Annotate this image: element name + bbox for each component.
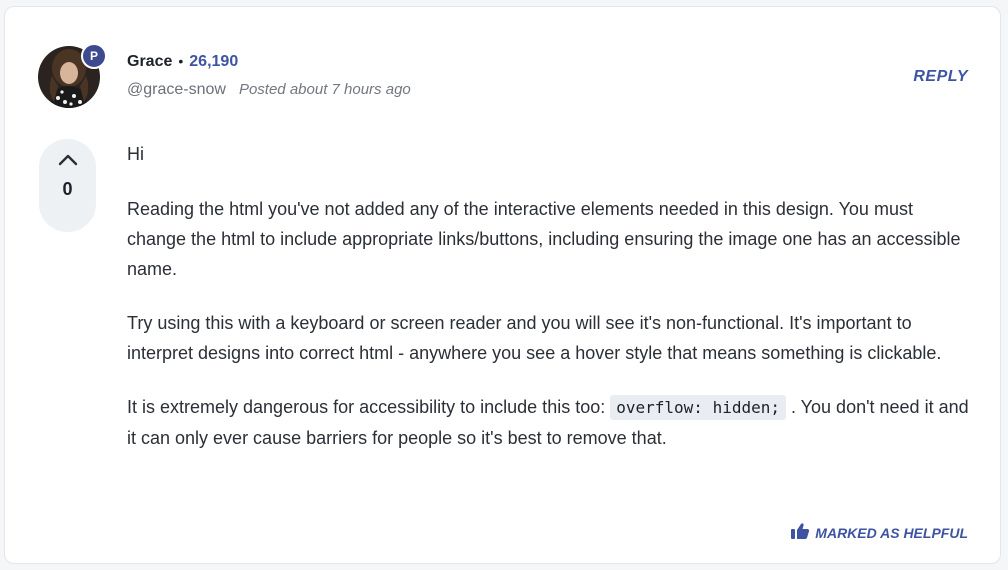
inline-code: overflow: hidden; [610, 395, 786, 420]
author-line: Grace • 26,190 [127, 53, 238, 71]
vote-count: 0 [62, 179, 73, 199]
pro-badge: P [81, 43, 107, 69]
author-handle[interactable]: @grace-snow [127, 81, 226, 99]
comment-paragraph: It is extremely dangerous for accessibil… [127, 392, 972, 453]
comment-greeting: Hi [127, 144, 144, 164]
author-name[interactable]: Grace [127, 53, 172, 71]
comment-body: Hi Reading the html you've not added any… [127, 139, 972, 477]
posted-time: Posted about 7 hours ago [238, 81, 411, 98]
comment-paragraph: Reading the html you've not added any of… [127, 199, 961, 279]
helpful-label: MARKED AS HELPFUL [815, 524, 968, 541]
reply-button[interactable]: REPLY [913, 68, 968, 86]
comment-card: P Grace • 26,190 @grace-snow Posted abou… [4, 6, 1001, 564]
separator-dot: • [178, 53, 184, 69]
reputation-score: 26,190 [189, 53, 239, 70]
comment-paragraph: Try using this with a keyboard or screen… [127, 313, 942, 363]
chevron-up-icon[interactable] [58, 153, 78, 171]
marked-helpful-badge: MARKED AS HELPFUL [790, 522, 968, 543]
author-meta: @grace-snow Posted about 7 hours ago [127, 81, 411, 99]
thumbs-up-icon [790, 522, 810, 543]
upvote-widget: 0 [39, 139, 96, 232]
paragraph-text: It is extremely dangerous for accessibil… [127, 397, 611, 417]
